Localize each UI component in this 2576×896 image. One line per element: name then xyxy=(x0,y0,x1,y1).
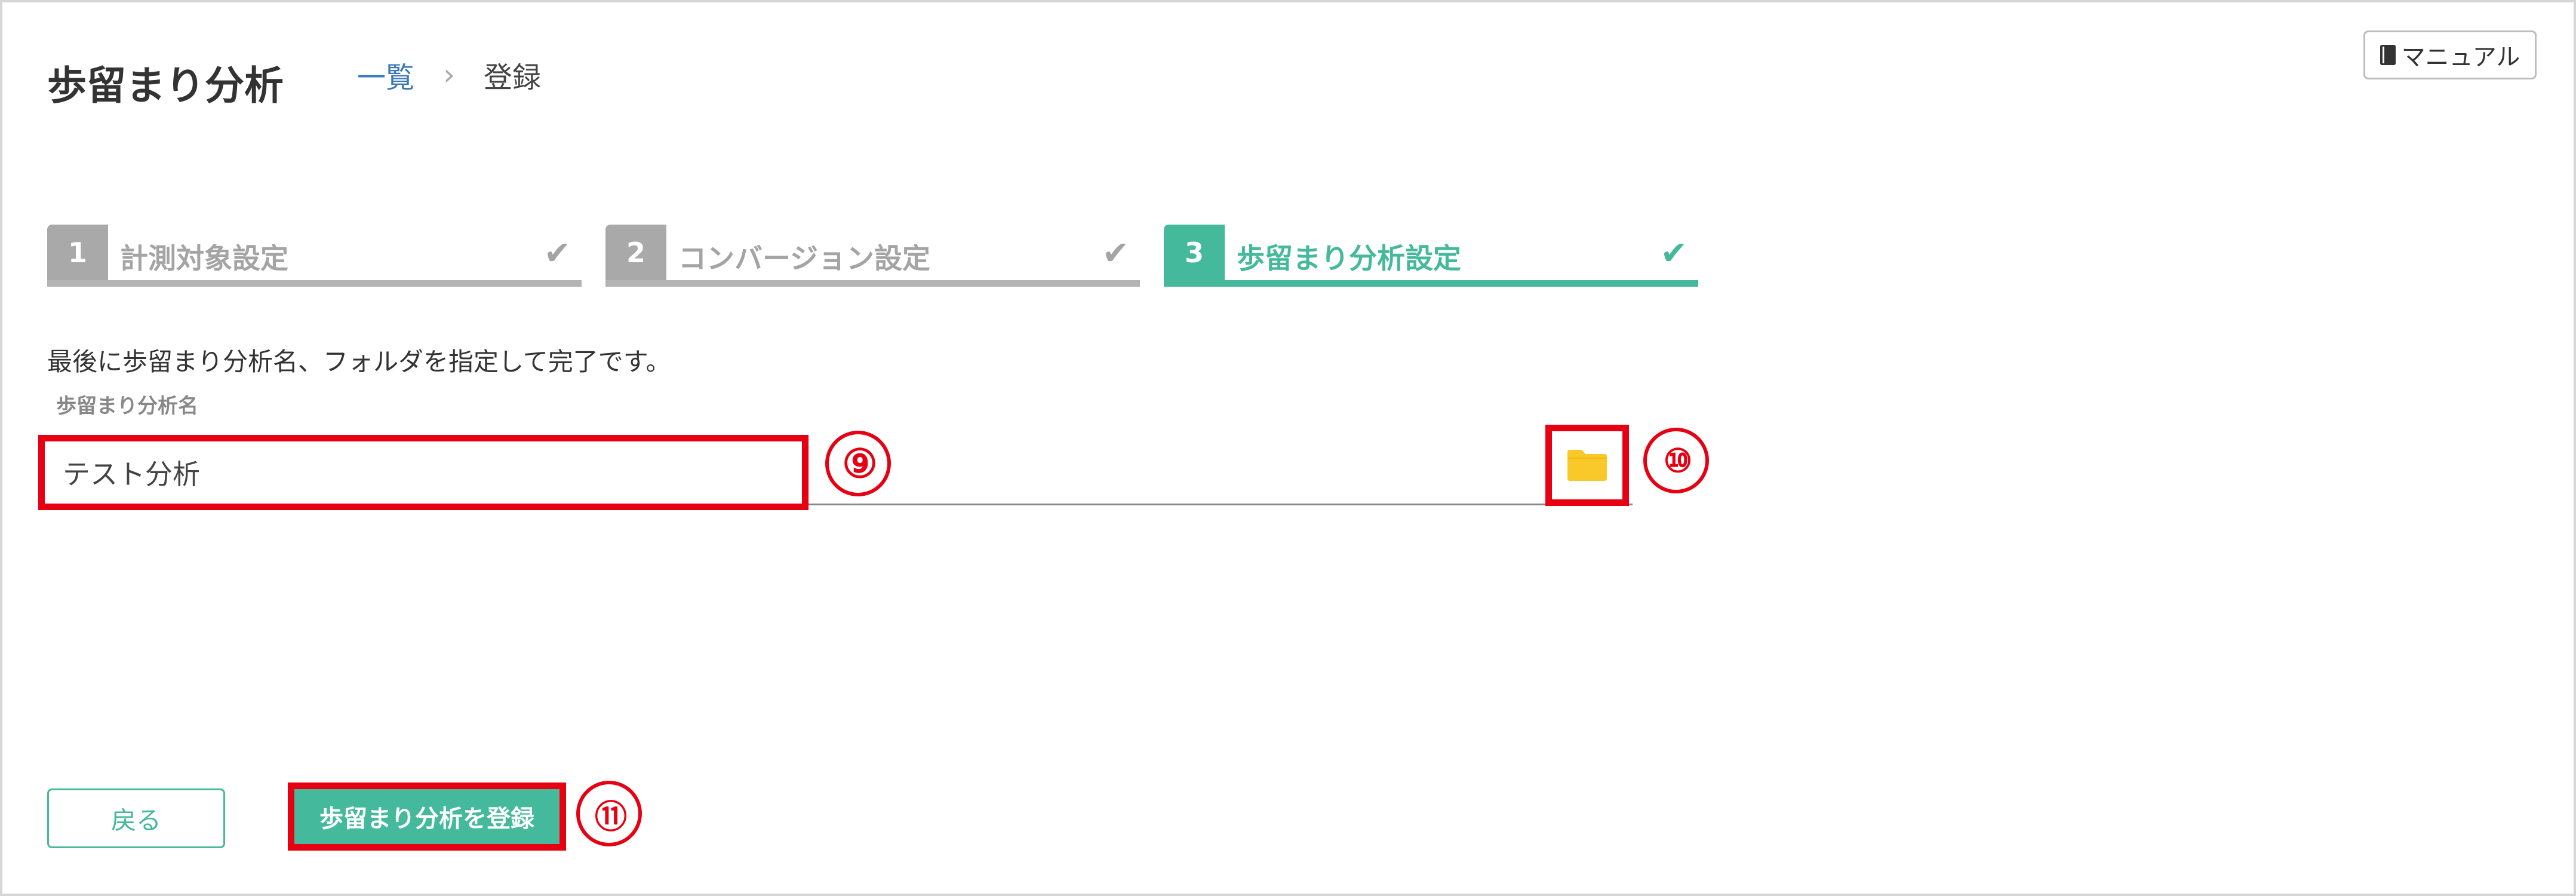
breadcrumb: 一覧 › 登録 xyxy=(357,54,541,96)
manual-button[interactable]: マニュアル xyxy=(2363,30,2537,79)
instruction-text: 最後に歩留まり分析名、フォルダを指定して完了です。 xyxy=(47,347,671,376)
analysis-name-label: 歩留まり分析名 xyxy=(56,394,198,418)
page-title: 歩留まり分析 xyxy=(47,63,284,109)
step-label: 歩留まり分析設定 xyxy=(1237,243,1461,275)
check-icon: ✔ xyxy=(1102,234,1129,272)
book-icon xyxy=(2380,45,2396,65)
step-number: 3 xyxy=(1164,225,1225,280)
manual-button-label: マニュアル xyxy=(2401,44,2520,71)
page: 歩留まり分析 一覧 › 登録 マニュアル 1 計測対象設定 ✔ 2 コンバージョ… xyxy=(0,0,2576,896)
annotation-marker-11: ⑪ xyxy=(576,781,642,846)
analysis-name-input[interactable] xyxy=(38,435,809,510)
step-funnel-analysis[interactable]: 3 歩留まり分析設定 ✔ xyxy=(1164,225,1698,287)
step-number: 2 xyxy=(605,225,666,280)
check-icon: ✔ xyxy=(1660,234,1687,272)
step-label: コンバージョン設定 xyxy=(678,243,931,275)
step-label: 計測対象設定 xyxy=(120,243,288,275)
input-underline xyxy=(809,504,1633,505)
folder-icon xyxy=(1566,449,1608,482)
register-analysis-button[interactable]: 歩留まり分析を登録 xyxy=(288,783,566,851)
back-button[interactable]: 戻る xyxy=(47,788,225,848)
annotation-marker-9: ⑨ xyxy=(825,431,891,496)
check-icon: ✔ xyxy=(543,234,571,272)
annotation-marker-10: ⑩ xyxy=(1643,428,1709,493)
breadcrumb-current: 登録 xyxy=(484,61,542,94)
stepper: 1 計測対象設定 ✔ 2 コンバージョン設定 ✔ 3 歩留まり分析設定 ✔ xyxy=(47,225,1698,287)
step-measurement-target[interactable]: 1 計測対象設定 ✔ xyxy=(47,225,582,287)
breadcrumb-link-list[interactable]: 一覧 xyxy=(357,54,414,96)
step-number: 1 xyxy=(47,225,108,280)
folder-select-button[interactable] xyxy=(1545,425,1629,506)
breadcrumb-separator: › xyxy=(443,57,456,92)
step-conversion[interactable]: 2 コンバージョン設定 ✔ xyxy=(605,225,1140,287)
